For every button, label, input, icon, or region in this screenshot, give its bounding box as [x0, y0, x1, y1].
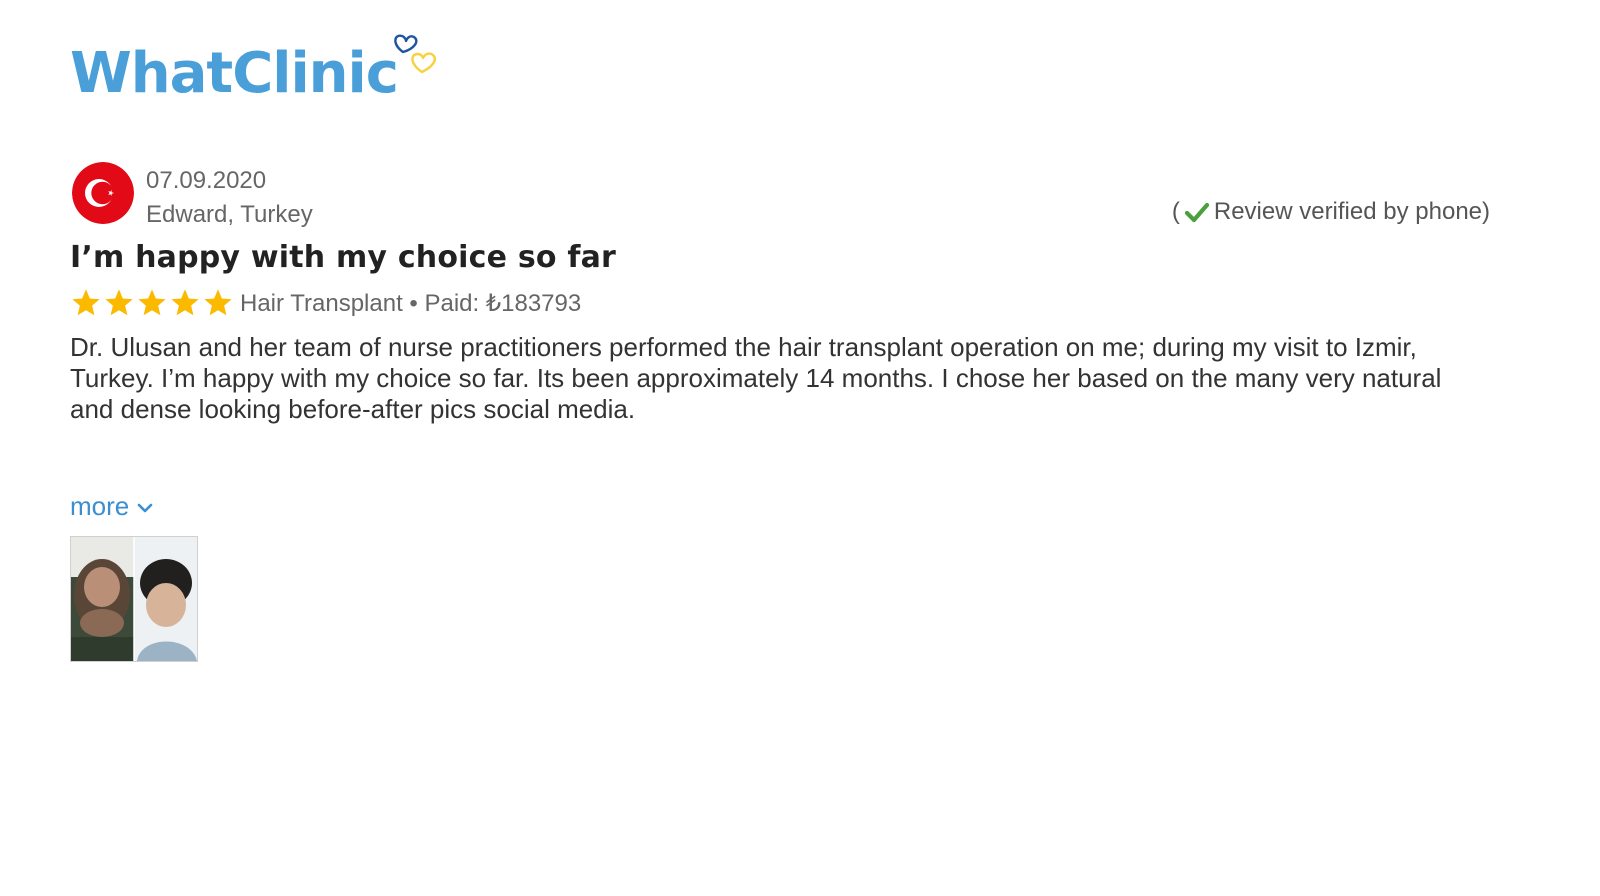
- star-icon: [169, 287, 201, 319]
- verified-label: Review verified by phone): [1213, 198, 1490, 225]
- review-author: Edward, Turkey: [146, 201, 313, 228]
- review-card: 07.09.2020 Edward, Turkey ( Review verif…: [70, 160, 1490, 662]
- review-meta-text: 07.09.2020 Edward, Turkey: [146, 164, 313, 232]
- logo-wordmark: WhatClinic: [70, 41, 399, 106]
- review-body: Dr. Ulusan and her team of nurse practit…: [70, 332, 1442, 424]
- treatment-paid-info: Hair Transplant • Paid: ₺183793: [240, 289, 582, 317]
- before-after-photo-thumbnail[interactable]: [70, 536, 198, 662]
- whatclinic-logo[interactable]: WhatClinic: [70, 32, 442, 112]
- star-icon: [136, 287, 168, 319]
- verified-open-paren: (: [1171, 198, 1180, 225]
- review-date: 07.09.2020: [146, 167, 267, 194]
- star-icon: [103, 287, 135, 319]
- rating-row: Hair Transplant • Paid: ₺183793: [70, 286, 1490, 320]
- star-rating: [70, 287, 234, 319]
- checkmark-icon: [1184, 200, 1210, 224]
- review-title: I’m happy with my choice so far: [70, 240, 617, 275]
- turkey-flag-icon: [72, 162, 134, 224]
- review-meta: 07.09.2020 Edward, Turkey ( Review verif…: [70, 160, 1490, 232]
- chevron-down-icon: [137, 503, 153, 512]
- star-icon: [70, 287, 102, 319]
- hearts-icon: [388, 32, 442, 80]
- star-icon: [202, 287, 234, 319]
- before-after-photo-image: [71, 537, 197, 661]
- more-label: more: [70, 491, 130, 521]
- verified-badge: ( Review verified by phone): [1172, 198, 1490, 226]
- more-link[interactable]: more: [70, 491, 153, 522]
